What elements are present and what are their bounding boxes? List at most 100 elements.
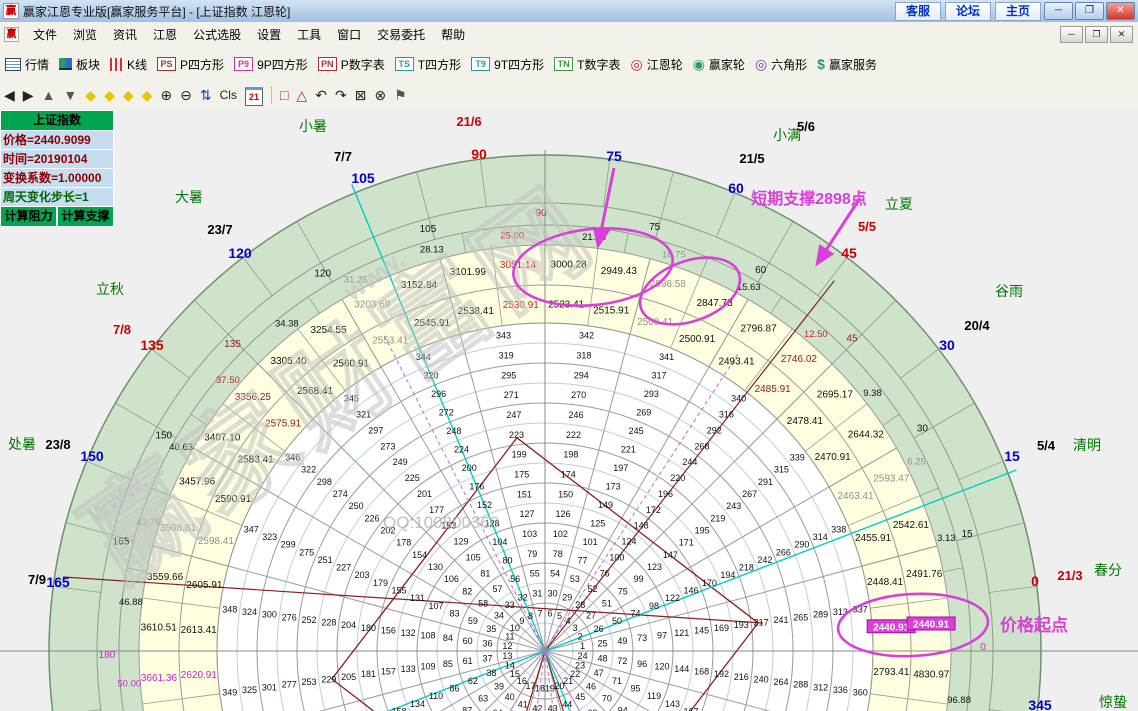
svg-text:60: 60 bbox=[463, 636, 473, 646]
svg-text:250: 250 bbox=[349, 501, 364, 511]
svg-text:291: 291 bbox=[758, 477, 773, 487]
svg-text:105: 105 bbox=[420, 224, 437, 235]
svg-text:194: 194 bbox=[720, 570, 735, 580]
svg-text:8: 8 bbox=[528, 611, 533, 621]
svg-text:165: 165 bbox=[46, 574, 70, 590]
svg-text:222: 222 bbox=[566, 430, 581, 440]
svg-text:224: 224 bbox=[454, 445, 469, 455]
svg-text:47: 47 bbox=[594, 668, 604, 678]
svg-text:126: 126 bbox=[555, 509, 570, 519]
svg-text:129: 129 bbox=[453, 537, 468, 547]
svg-text:219: 219 bbox=[710, 513, 725, 523]
svg-text:15: 15 bbox=[962, 529, 974, 540]
svg-text:60: 60 bbox=[728, 180, 744, 196]
svg-text:79: 79 bbox=[527, 549, 537, 559]
svg-text:30: 30 bbox=[939, 337, 955, 353]
panel-button-1[interactable]: 计算支撑 bbox=[57, 207, 114, 227]
svg-text:196: 196 bbox=[658, 489, 673, 499]
svg-text:293: 293 bbox=[644, 389, 659, 399]
svg-text:174: 174 bbox=[561, 470, 576, 480]
svg-text:72: 72 bbox=[617, 656, 627, 666]
panel-rows: 价格=2440.9099时间=20190104变换系数=1.00000周天变化步… bbox=[0, 131, 114, 207]
svg-text:267: 267 bbox=[742, 489, 757, 499]
svg-text:小暑: 小暑 bbox=[299, 118, 327, 134]
svg-text:101: 101 bbox=[583, 537, 598, 547]
application-window: { "window": { "icon_text": "赢", "title":… bbox=[0, 0, 1138, 711]
svg-text:84: 84 bbox=[443, 633, 453, 643]
svg-text:70: 70 bbox=[602, 693, 612, 703]
svg-text:298: 298 bbox=[317, 477, 332, 487]
svg-text:201: 201 bbox=[417, 489, 432, 499]
svg-text:75: 75 bbox=[606, 148, 622, 164]
svg-text:11: 11 bbox=[505, 631, 514, 641]
svg-text:336: 336 bbox=[833, 685, 848, 695]
svg-text:99: 99 bbox=[634, 574, 644, 584]
svg-text:271: 271 bbox=[504, 390, 519, 400]
svg-text:150: 150 bbox=[558, 489, 573, 499]
svg-text:清明: 清明 bbox=[1073, 437, 1101, 453]
svg-text:195: 195 bbox=[695, 525, 710, 535]
svg-text:108: 108 bbox=[420, 631, 435, 641]
svg-text:价格起点: 价格起点 bbox=[1000, 615, 1068, 635]
svg-text:154: 154 bbox=[412, 550, 427, 560]
svg-text:38: 38 bbox=[486, 668, 496, 678]
svg-text:178: 178 bbox=[396, 538, 411, 548]
svg-text:6: 6 bbox=[547, 608, 552, 618]
svg-text:2644.32: 2644.32 bbox=[848, 430, 885, 441]
svg-text:12.50: 12.50 bbox=[804, 329, 828, 340]
svg-text:32: 32 bbox=[518, 592, 528, 602]
svg-text:73: 73 bbox=[637, 633, 647, 643]
svg-text:245: 245 bbox=[629, 426, 644, 436]
svg-text:48: 48 bbox=[597, 654, 607, 664]
svg-text:247: 247 bbox=[506, 410, 521, 420]
svg-text:17: 17 bbox=[525, 681, 535, 691]
svg-text:198: 198 bbox=[563, 450, 578, 460]
svg-text:152: 152 bbox=[477, 500, 492, 510]
svg-text:94: 94 bbox=[618, 706, 628, 711]
svg-text:109: 109 bbox=[420, 661, 435, 671]
svg-text:145: 145 bbox=[694, 625, 709, 635]
svg-text:2746.02: 2746.02 bbox=[781, 354, 818, 365]
svg-text:0: 0 bbox=[1031, 573, 1039, 589]
svg-text:275: 275 bbox=[299, 547, 314, 557]
svg-text:315: 315 bbox=[774, 465, 789, 475]
svg-text:269: 269 bbox=[636, 408, 651, 418]
svg-text:30: 30 bbox=[917, 424, 929, 435]
svg-text:266: 266 bbox=[776, 547, 791, 557]
svg-text:318: 318 bbox=[576, 351, 591, 361]
svg-text:74: 74 bbox=[631, 608, 641, 618]
svg-text:3610.51: 3610.51 bbox=[141, 622, 178, 633]
svg-text:51: 51 bbox=[602, 599, 612, 609]
svg-text:短期支撑2898点: 短期支撑2898点 bbox=[751, 189, 867, 208]
svg-text:46: 46 bbox=[586, 681, 596, 691]
svg-text:96.88: 96.88 bbox=[947, 695, 971, 706]
panel-button-0[interactable]: 计算阻力 bbox=[0, 207, 57, 227]
svg-text:21/5: 21/5 bbox=[739, 151, 764, 166]
svg-text:339: 339 bbox=[790, 452, 805, 462]
svg-text:228: 228 bbox=[321, 618, 336, 628]
svg-text:78: 78 bbox=[553, 549, 563, 559]
svg-text:105: 105 bbox=[466, 552, 481, 562]
svg-text:62: 62 bbox=[468, 676, 478, 686]
gann-wheel-chart-area[interactable]: 1234567891011121314151617181920212223242… bbox=[0, 0, 1138, 711]
svg-text:55: 55 bbox=[530, 569, 540, 579]
svg-text:342: 342 bbox=[579, 331, 594, 341]
svg-text:158: 158 bbox=[392, 706, 407, 711]
svg-text:2470.91: 2470.91 bbox=[815, 452, 852, 463]
svg-text:225: 225 bbox=[405, 473, 420, 483]
svg-text:349: 349 bbox=[222, 688, 237, 698]
svg-text:54: 54 bbox=[550, 569, 560, 579]
svg-text:35: 35 bbox=[486, 624, 496, 634]
svg-text:157: 157 bbox=[381, 667, 396, 677]
svg-text:76: 76 bbox=[600, 568, 610, 578]
svg-text:49: 49 bbox=[617, 636, 627, 646]
svg-text:270: 270 bbox=[571, 390, 586, 400]
svg-text:312: 312 bbox=[813, 682, 828, 692]
svg-text:199: 199 bbox=[512, 450, 527, 460]
svg-text:41: 41 bbox=[518, 700, 528, 710]
svg-text:348: 348 bbox=[222, 604, 237, 614]
svg-text:2493.41: 2493.41 bbox=[718, 357, 755, 368]
svg-text:36: 36 bbox=[482, 638, 492, 648]
svg-text:处暑: 处暑 bbox=[8, 436, 36, 452]
svg-text:299: 299 bbox=[281, 540, 296, 550]
